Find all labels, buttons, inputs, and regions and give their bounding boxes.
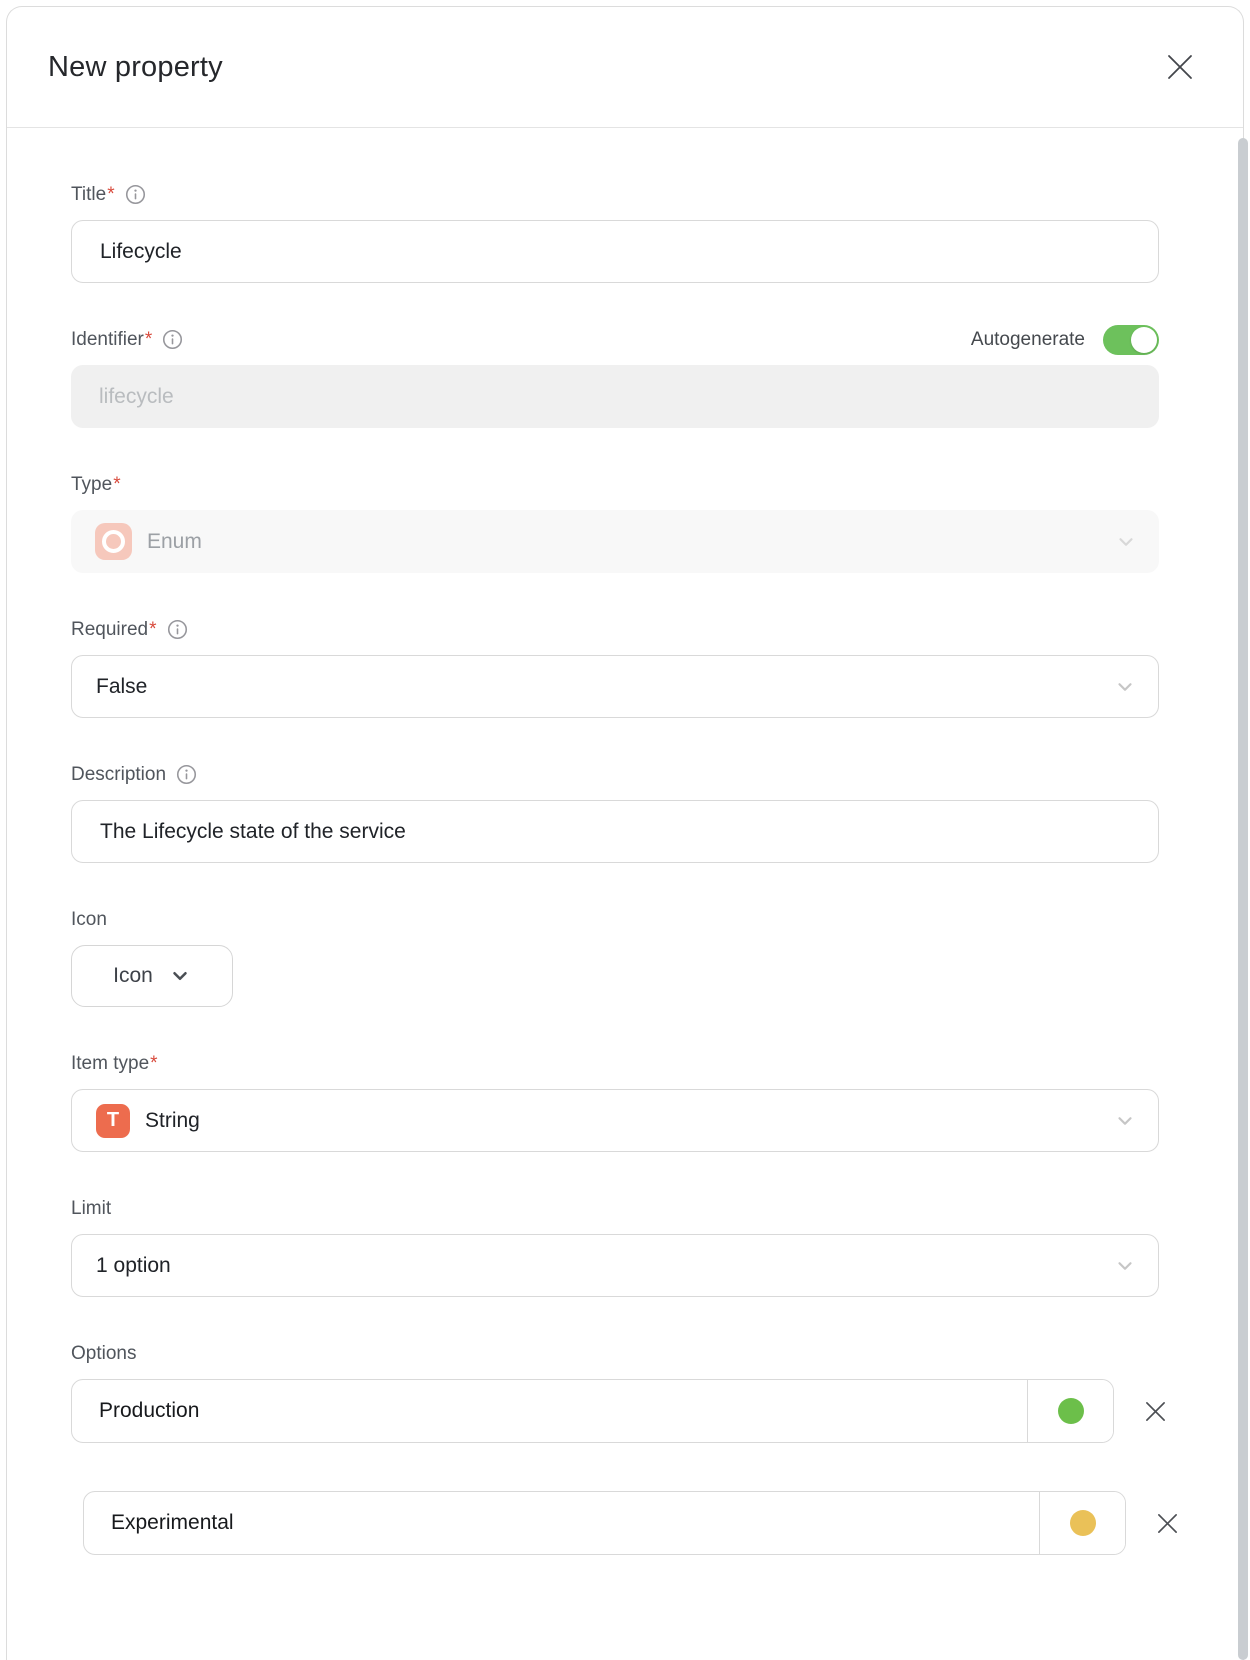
chevron-down-icon <box>1114 676 1136 698</box>
type-label-row: Type* <box>71 472 1243 497</box>
info-icon[interactable] <box>176 764 197 785</box>
option-color-dot <box>1070 1510 1096 1536</box>
chevron-down-icon <box>1115 531 1137 553</box>
options-label: Options <box>71 1343 136 1365</box>
required-asterisk: * <box>150 1053 157 1074</box>
x-icon <box>1156 1512 1179 1535</box>
icon-picker-button[interactable]: Icon <box>71 945 233 1007</box>
item-type-label-row: Item type* <box>71 1051 1243 1076</box>
modal-header: New property <box>7 7 1243 128</box>
field-required: Required* False <box>71 617 1243 718</box>
title-label: Title* <box>71 184 115 206</box>
x-icon <box>1144 1400 1167 1423</box>
field-type: Type* Enum <box>71 472 1243 573</box>
identifier-label: Identifier* <box>71 329 152 351</box>
field-limit: Limit 1 option <box>71 1196 1243 1297</box>
limit-select[interactable]: 1 option <box>71 1234 1159 1297</box>
title-label-row: Title* <box>71 182 1243 207</box>
icon-label-row: Icon <box>71 907 1243 932</box>
chevron-down-icon <box>1114 1110 1136 1132</box>
limit-label: Limit <box>71 1198 111 1220</box>
remove-option-button[interactable] <box>1152 1508 1183 1539</box>
item-type-select[interactable]: T String <box>71 1089 1159 1152</box>
option-color-swatch[interactable] <box>1028 1380 1113 1442</box>
required-label-row: Required* <box>71 617 1243 642</box>
option-row <box>83 1491 1243 1555</box>
description-input[interactable] <box>71 800 1159 863</box>
field-title: Title* <box>71 182 1243 283</box>
item-type-select-value: String <box>145 1109 200 1133</box>
required-label: Required* <box>71 619 157 641</box>
title-input[interactable] <box>71 220 1159 283</box>
item-type-label: Item type* <box>71 1053 158 1075</box>
field-identifier: Identifier* Autogenerate <box>71 327 1243 428</box>
option-row <box>71 1379 1243 1443</box>
required-asterisk: * <box>149 619 156 640</box>
string-letter-icon: T <box>96 1104 130 1138</box>
autogenerate-label: Autogenerate <box>971 329 1085 351</box>
toggle-knob <box>1131 327 1157 353</box>
type-select-value: Enum <box>147 530 202 554</box>
icon-label: Icon <box>71 909 107 931</box>
options-label-row: Options <box>71 1341 1243 1366</box>
modal-body: Title* Identifier* Autogenerate <box>7 182 1243 1555</box>
enum-circle-icon <box>95 523 132 560</box>
chevron-down-icon <box>1114 1255 1136 1277</box>
option-color-swatch[interactable] <box>1040 1492 1125 1554</box>
limit-select-value: 1 option <box>96 1254 171 1278</box>
info-icon[interactable] <box>125 184 146 205</box>
description-label: Description <box>71 764 166 786</box>
option-color-dot <box>1058 1398 1084 1424</box>
description-label-row: Description <box>71 762 1243 787</box>
required-select[interactable]: False <box>71 655 1159 718</box>
option-input[interactable] <box>72 1380 1027 1442</box>
option-input-box <box>83 1491 1126 1555</box>
chevron-down-icon <box>169 965 191 987</box>
x-icon <box>1167 54 1193 80</box>
identifier-input <box>71 365 1159 428</box>
option-input[interactable] <box>84 1492 1039 1554</box>
icon-picker-value: Icon <box>113 964 153 988</box>
info-icon[interactable] <box>162 329 183 350</box>
field-item-type: Item type* T String <box>71 1051 1243 1152</box>
close-button[interactable] <box>1163 50 1197 84</box>
required-asterisk: * <box>107 184 114 205</box>
required-asterisk: * <box>145 329 152 350</box>
field-options: Options <box>71 1341 1243 1555</box>
scrollbar-thumb[interactable] <box>1238 138 1248 1660</box>
remove-option-button[interactable] <box>1140 1396 1171 1427</box>
required-select-value: False <box>96 675 147 699</box>
option-input-box <box>71 1379 1114 1443</box>
modal-title: New property <box>48 51 223 84</box>
identifier-label-row: Identifier* Autogenerate <box>71 327 1159 352</box>
info-icon[interactable] <box>167 619 188 640</box>
new-property-modal: New property Title* Identifier* <box>6 6 1244 1660</box>
field-description: Description <box>71 762 1243 863</box>
field-icon: Icon Icon <box>71 907 1243 1007</box>
required-asterisk: * <box>113 474 120 495</box>
limit-label-row: Limit <box>71 1196 1243 1221</box>
autogenerate-toggle[interactable] <box>1103 325 1159 355</box>
type-select: Enum <box>71 510 1159 573</box>
type-label: Type* <box>71 474 121 496</box>
